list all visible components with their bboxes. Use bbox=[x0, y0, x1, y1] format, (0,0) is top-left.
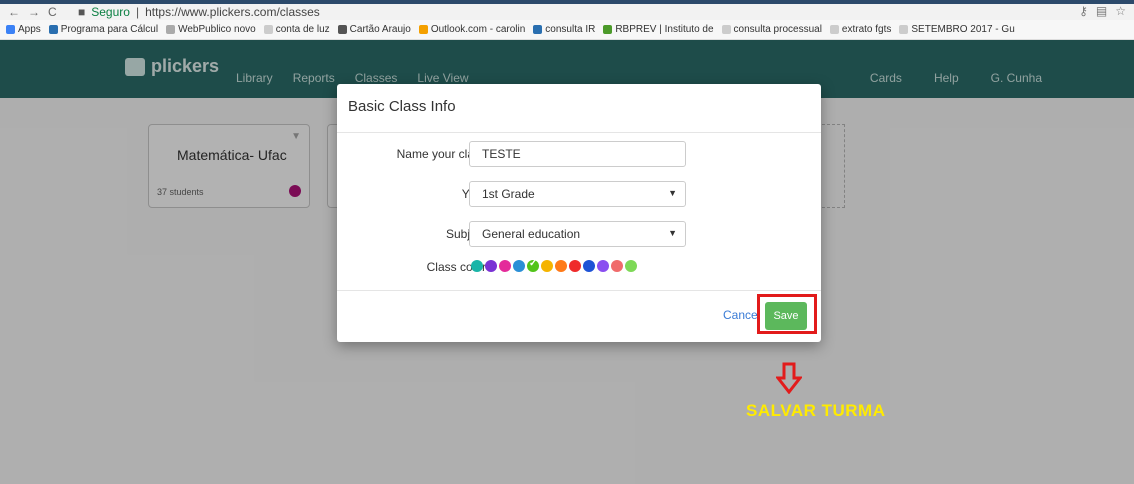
class-name-input[interactable]: TESTE bbox=[469, 141, 686, 167]
basic-class-info-modal: Basic Class Info Name your class TESTE Y… bbox=[337, 84, 821, 342]
bookmark-item[interactable]: Cartão Araujo bbox=[337, 24, 411, 35]
modal-footer-divider bbox=[337, 290, 821, 291]
secure-label: Seguro bbox=[91, 5, 130, 19]
bookmark-icon bbox=[603, 25, 613, 34]
outlook-icon bbox=[418, 25, 428, 34]
color-swatch[interactable] bbox=[541, 260, 553, 272]
annotation-text: SALVAR TURMA bbox=[746, 401, 886, 420]
down-arrow-icon bbox=[776, 362, 802, 394]
browser-actions: ⚷ ▤ ☆ bbox=[1079, 4, 1126, 18]
bookmark-icon bbox=[166, 25, 176, 34]
subject-select[interactable]: General education ▼ bbox=[469, 221, 686, 247]
color-swatch[interactable] bbox=[625, 260, 637, 272]
star-icon[interactable]: ☆ bbox=[1115, 4, 1126, 18]
bookmark-icon bbox=[533, 25, 543, 34]
chevron-down-icon: ▼ bbox=[668, 188, 677, 198]
address-separator: | bbox=[135, 5, 140, 19]
bookmark-item[interactable]: consulta IR bbox=[533, 24, 595, 35]
bookmark-icon bbox=[48, 25, 58, 34]
year-row: Year 1st Grade ▼ bbox=[337, 181, 821, 207]
modal-header: Basic Class Info bbox=[337, 84, 821, 133]
back-icon[interactable]: ← bbox=[8, 5, 20, 19]
lock-icon: ■ bbox=[78, 5, 86, 19]
browser-nav: ← → C bbox=[0, 5, 78, 19]
bookmark-item[interactable]: extrato fgts bbox=[829, 24, 891, 35]
page-icon bbox=[263, 25, 273, 34]
card-icon bbox=[337, 25, 347, 34]
bookmark-item[interactable]: RBPREV | Instituto de bbox=[603, 24, 714, 35]
save-highlight-box bbox=[757, 294, 817, 334]
bookmark-item[interactable]: Programa para Cálcul bbox=[48, 24, 158, 35]
translate-icon[interactable]: ▤ bbox=[1096, 4, 1107, 18]
forward-icon[interactable]: → bbox=[28, 5, 40, 19]
bookmark-item[interactable]: SETEMBRO 2017 - Gu bbox=[899, 24, 1015, 35]
bookmark-apps[interactable]: Apps bbox=[6, 24, 41, 35]
bookmark-item[interactable]: Outlook.com - carolin bbox=[418, 24, 525, 35]
bookmarks-bar: Apps Programa para Cálcul WebPublico nov… bbox=[0, 20, 1134, 40]
color-swatch[interactable] bbox=[513, 260, 525, 272]
chevron-down-icon: ▼ bbox=[668, 228, 677, 238]
bookmark-item[interactable]: WebPublico novo bbox=[166, 24, 256, 35]
color-swatch[interactable] bbox=[611, 260, 623, 272]
color-swatch[interactable] bbox=[471, 260, 483, 272]
color-swatch[interactable] bbox=[499, 260, 511, 272]
cancel-button[interactable]: Cancel bbox=[723, 308, 760, 322]
color-swatch[interactable] bbox=[569, 260, 581, 272]
apps-icon bbox=[6, 25, 15, 34]
address-bar[interactable]: ■ Seguro | https://www.plickers.com/clas… bbox=[78, 4, 320, 20]
page-icon bbox=[899, 25, 909, 34]
url-text[interactable]: https://www.plickers.com/classes bbox=[145, 5, 320, 19]
class-color-picker bbox=[471, 258, 637, 272]
browser-toolbar: ← → C ■ Seguro | https://www.plickers.co… bbox=[0, 4, 1134, 20]
name-row: Name your class TESTE bbox=[337, 141, 821, 167]
color-swatch-selected[interactable] bbox=[527, 258, 539, 272]
bookmark-item[interactable]: conta de luz bbox=[263, 24, 330, 35]
modal-title: Basic Class Info bbox=[348, 98, 456, 115]
key-icon[interactable]: ⚷ bbox=[1079, 4, 1088, 18]
color-swatch[interactable] bbox=[597, 260, 609, 272]
year-select[interactable]: 1st Grade ▼ bbox=[469, 181, 686, 207]
color-swatch[interactable] bbox=[583, 260, 595, 272]
subject-row: Subject General education ▼ bbox=[337, 221, 821, 247]
color-swatch[interactable] bbox=[555, 260, 567, 272]
color-swatch[interactable] bbox=[485, 260, 497, 272]
page-icon bbox=[721, 25, 731, 34]
bookmark-item[interactable]: consulta processual bbox=[721, 24, 822, 35]
reload-icon[interactable]: C bbox=[48, 5, 57, 19]
page-icon bbox=[829, 25, 839, 34]
